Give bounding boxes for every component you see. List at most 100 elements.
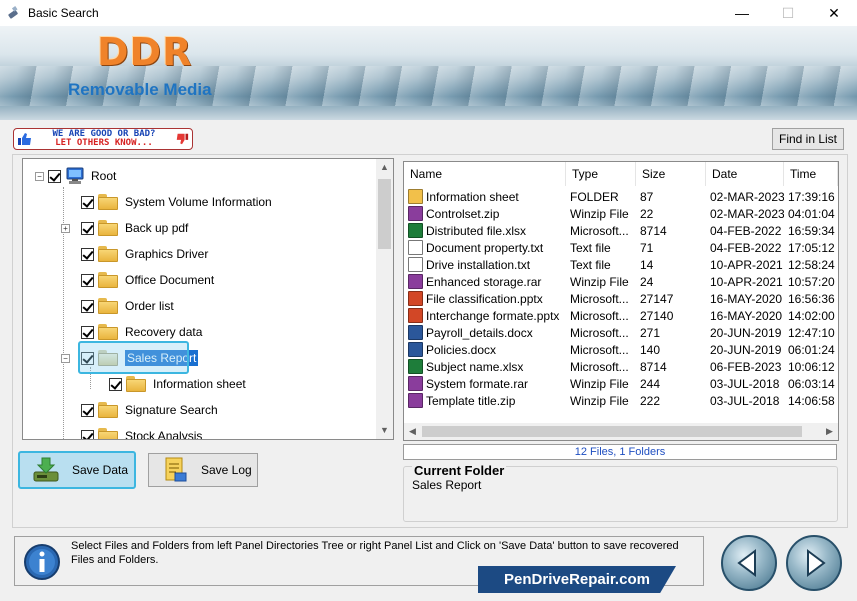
tree-checkbox[interactable] (81, 403, 94, 417)
column-header-type[interactable]: Type (566, 162, 636, 186)
cell-text: Distributed file.xlsx (426, 224, 527, 238)
scroll-down-arrow-icon[interactable]: ▼ (376, 422, 393, 439)
column-header-size[interactable]: Size (636, 162, 706, 186)
cell-type: Winzip File (566, 393, 636, 410)
back-button[interactable] (721, 535, 777, 591)
cell-text: 16-MAY-2020 (710, 292, 783, 306)
list-row[interactable]: Distributed file.xlsx Microsoft... 8714 04-… (404, 223, 838, 240)
cell-date: 02-MAR-2023 (706, 206, 784, 223)
scroll-thumb[interactable] (378, 179, 391, 249)
tree-checkbox[interactable] (81, 273, 94, 287)
tree-checkbox[interactable] (81, 195, 94, 209)
cell-text: 03-JUL-2018 (710, 394, 780, 408)
scroll-left-arrow-icon[interactable]: ◀ (404, 423, 421, 440)
list-row[interactable]: Drive installation.txt Text file 14 10-APR-… (404, 257, 838, 274)
list-row[interactable]: Policies.docx Microsoft... 140 20-JUN-2019 0… (404, 342, 838, 359)
list-horizontal-scrollbar[interactable]: ◀ ▶ (404, 423, 838, 440)
cell-size: 14 (636, 257, 706, 274)
cell-text: Winzip File (570, 377, 629, 391)
list-row[interactable]: Template title.zip Winzip File 222 03-JUL-2… (404, 393, 838, 410)
cell-name: Subject name.xlsx (404, 359, 566, 376)
tree-item-stock-analysis[interactable]: Stock Analysis (81, 425, 202, 439)
cell-text: Microsoft... (570, 326, 629, 340)
column-header-time[interactable]: Time (784, 162, 838, 186)
minimize-button[interactable]: — (719, 0, 765, 26)
tree-item-system-volume-information[interactable]: System Volume Information (81, 191, 272, 213)
cell-size: 87 (636, 189, 706, 206)
tree-item-information-sheet[interactable]: Information sheet (109, 373, 246, 395)
tree-root[interactable]: − Root (35, 165, 116, 187)
tree-item-order-list[interactable]: Order list (81, 295, 174, 317)
cell-text: Microsoft... (570, 224, 629, 238)
directory-tree[interactable]: − Root System Volume Information + Back … (22, 158, 394, 440)
cell-date: 16-MAY-2020 (706, 308, 784, 325)
cell-text: FOLDER (570, 190, 619, 204)
cell-time: 16:56:36 (784, 291, 838, 308)
tree-checkbox[interactable] (81, 247, 94, 261)
tree-vertical-scrollbar[interactable]: ▲ ▼ (376, 159, 393, 439)
list-row[interactable]: Enhanced storage.rar Winzip File 24 10-APR-… (404, 274, 838, 291)
root-checkbox[interactable] (48, 169, 61, 183)
cell-type: Microsoft... (566, 359, 636, 376)
collapse-toggle[interactable]: − (35, 171, 44, 181)
save-log-button[interactable]: Save Log (148, 453, 258, 487)
save-data-button[interactable]: Save Data (18, 451, 136, 489)
rating-line-2: LET OTHERS KNOW... (55, 138, 153, 148)
list-row[interactable]: Subject name.xlsx Microsoft... 8714 06-FEB-… (404, 359, 838, 376)
cell-text: 20-JUN-2019 (710, 326, 782, 340)
folder-icon (98, 428, 118, 439)
next-button[interactable] (786, 535, 842, 591)
cell-size: 140 (636, 342, 706, 359)
scroll-right-arrow-icon[interactable]: ▶ (821, 423, 838, 440)
cell-type: Winzip File (566, 274, 636, 291)
cell-text: 04-FEB-2022 (710, 241, 782, 255)
cell-name: Policies.docx (404, 342, 566, 359)
list-row[interactable]: System formate.rar Winzip File 244 03-JUL-2… (404, 376, 838, 393)
rating-badge[interactable]: WE ARE GOOD OR BAD? LET OTHERS KNOW... (13, 128, 193, 150)
tree-checkbox[interactable] (81, 325, 94, 339)
collapse-toggle[interactable]: − (61, 353, 70, 363)
tree-checkbox[interactable] (81, 429, 94, 439)
log-document-icon (165, 457, 187, 482)
list-row[interactable]: Document property.txt Text file 71 04-FEB-2… (404, 240, 838, 257)
file-list[interactable]: Name Type Size Date Time Information she… (403, 161, 839, 441)
tree-item-signature-search[interactable]: Signature Search (81, 399, 218, 421)
list-row[interactable]: Interchange formate.pptx Microsoft... 2714… (404, 308, 838, 325)
cell-name: Document property.txt (404, 240, 566, 257)
scroll-thumb[interactable] (422, 426, 802, 437)
info-icon (24, 544, 60, 580)
excel-icon (408, 359, 423, 374)
tree-item-graphics-driver[interactable]: Graphics Driver (81, 243, 208, 265)
excel-icon (408, 223, 423, 238)
tree-checkbox[interactable] (81, 299, 94, 313)
cell-name: File classification.pptx (404, 291, 566, 308)
find-in-list-button[interactable]: Find in List (772, 128, 844, 150)
cell-size: 27140 (636, 308, 706, 325)
cell-text: 14:06:58 (788, 394, 835, 408)
scroll-up-arrow-icon[interactable]: ▲ (376, 159, 393, 176)
tree-checkbox[interactable] (81, 221, 94, 235)
tree-checkbox[interactable] (109, 377, 122, 391)
cell-name: Information sheet (404, 189, 566, 206)
cell-date: 10-APR-2021 (706, 257, 784, 274)
list-row[interactable]: Information sheet FOLDER 87 02-MAR-2023 17:3… (404, 189, 838, 206)
list-row[interactable]: Payroll_details.docx Microsoft... 271 20-JU… (404, 325, 838, 342)
list-row[interactable]: File classification.pptx Microsoft... 2714… (404, 291, 838, 308)
word-icon (408, 342, 423, 357)
tree-label: Recovery data (125, 325, 203, 339)
footer-brand[interactable]: PenDriveRepair.com (478, 566, 676, 593)
cell-text: 140 (640, 343, 661, 357)
maximize-button[interactable]: ☐ (765, 0, 811, 26)
tree-item-back-up-pdf[interactable]: + Back up pdf (61, 217, 188, 239)
column-header-date[interactable]: Date (706, 162, 784, 186)
winzip-icon (408, 376, 423, 391)
column-header-name[interactable]: Name (404, 162, 566, 186)
cell-text: 10-APR-2021 (710, 275, 783, 289)
tree-item-office-document[interactable]: Office Document (81, 269, 214, 291)
tree-item-recovery-data[interactable]: Recovery data (81, 321, 202, 343)
cell-text: File classification.pptx (426, 292, 543, 306)
list-row[interactable]: Controlset.zip Winzip File 22 02-MAR-2023 04… (404, 206, 838, 223)
expand-toggle[interactable]: + (61, 223, 70, 233)
folder-icon (98, 298, 118, 314)
close-button[interactable]: ✕ (811, 0, 857, 26)
